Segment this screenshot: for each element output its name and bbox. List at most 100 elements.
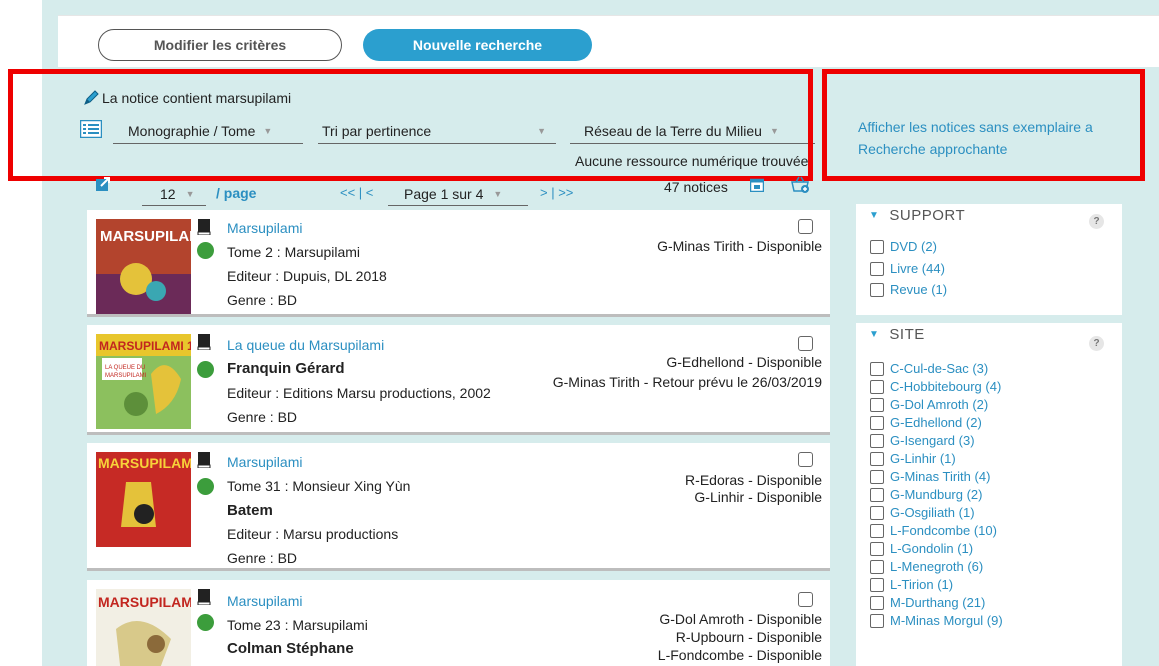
result-title[interactable]: Marsupilami bbox=[227, 220, 302, 236]
facet-option[interactable]: G-Minas Tirith (4) bbox=[870, 469, 990, 484]
result-item[interactable]: MARSUPILAMI Marsupilami Tome 31 : Monsie… bbox=[87, 443, 830, 571]
highlight-box-criteria bbox=[8, 69, 813, 181]
new-search-button[interactable]: Nouvelle recherche bbox=[363, 29, 592, 61]
checkbox[interactable] bbox=[870, 523, 884, 538]
select-checkbox[interactable] bbox=[798, 219, 813, 234]
facet-option-label[interactable]: G-Osgiliath (1) bbox=[890, 505, 975, 520]
checkbox[interactable] bbox=[870, 595, 884, 610]
page-select[interactable]: Page 1 sur 4 ▼ bbox=[388, 182, 528, 206]
book-icon bbox=[197, 219, 211, 235]
facet-option-label[interactable]: Livre (44) bbox=[890, 261, 945, 276]
facet-option-label[interactable]: G-Dol Amroth (2) bbox=[890, 397, 988, 412]
facet-option-label[interactable]: M-Minas Morgul (9) bbox=[890, 613, 1003, 628]
facet-option-label[interactable]: G-Linhir (1) bbox=[890, 451, 956, 466]
availability-dot bbox=[197, 242, 214, 259]
facet-option[interactable]: Revue (1) bbox=[870, 282, 947, 297]
svg-text:MARSUPILAMI 1: MARSUPILAMI 1 bbox=[99, 339, 191, 353]
result-title[interactable]: Marsupilami bbox=[227, 454, 302, 470]
facet-option-label[interactable]: Revue (1) bbox=[890, 282, 947, 297]
caret-down-icon: ▼ bbox=[869, 329, 880, 340]
facet-option-label[interactable]: L-Tirion (1) bbox=[890, 577, 953, 592]
page-value: Page 1 sur 4 bbox=[404, 185, 484, 202]
availability-dot bbox=[197, 478, 214, 495]
checkbox[interactable] bbox=[870, 613, 884, 628]
checkbox[interactable] bbox=[870, 451, 884, 466]
facet-option-label[interactable]: C-Cul-de-Sac (3) bbox=[890, 361, 988, 376]
facet-option[interactable]: G-Dol Amroth (2) bbox=[870, 397, 988, 412]
caret-down-icon: ▼ bbox=[869, 210, 880, 221]
cover-image[interactable]: MARSUPILAMI bbox=[96, 589, 191, 666]
book-icon bbox=[197, 452, 211, 468]
per-page-value: 12 bbox=[160, 185, 176, 202]
facet-option[interactable]: C-Cul-de-Sac (3) bbox=[870, 361, 988, 376]
facet-option-label[interactable]: L-Gondolin (1) bbox=[890, 541, 973, 556]
result-author[interactable]: Colman Stéphane bbox=[227, 640, 354, 657]
cover-image[interactable]: MARSUPILAMI 1 LA QUEUE DU MARSUPILAMI bbox=[96, 334, 191, 429]
facet-option-label[interactable]: L-Menegroth (6) bbox=[890, 559, 983, 574]
modify-criteria-button[interactable]: Modifier les critères bbox=[98, 29, 342, 61]
checkbox[interactable] bbox=[870, 379, 884, 394]
result-author[interactable]: Batem bbox=[227, 502, 273, 519]
checkbox[interactable] bbox=[870, 469, 884, 484]
checkbox[interactable] bbox=[870, 577, 884, 592]
select-checkbox[interactable] bbox=[798, 452, 813, 467]
select-checkbox[interactable] bbox=[798, 592, 813, 607]
select-checkbox[interactable] bbox=[798, 336, 813, 351]
facet-option-label[interactable]: G-Edhellond (2) bbox=[890, 415, 982, 430]
facet-option-label[interactable]: DVD (2) bbox=[890, 239, 937, 254]
facet-option[interactable]: C-Hobbitebourg (4) bbox=[870, 379, 1001, 394]
availability-line: G-Minas Tirith - Disponible bbox=[657, 238, 822, 254]
facet-option[interactable]: M-Minas Morgul (9) bbox=[870, 613, 1003, 628]
facet-option[interactable]: G-Isengard (3) bbox=[870, 433, 975, 448]
first-prev-page-nav[interactable]: << | < bbox=[340, 185, 373, 200]
external-link-icon[interactable] bbox=[95, 176, 111, 192]
help-icon[interactable]: ? bbox=[1089, 336, 1104, 351]
facet-site-header[interactable]: ▼ SITE bbox=[869, 326, 925, 343]
facet-option[interactable]: G-Edhellond (2) bbox=[870, 415, 982, 430]
facet-option-label[interactable]: C-Hobbitebourg (4) bbox=[890, 379, 1001, 394]
checkbox[interactable] bbox=[870, 239, 884, 254]
checkbox[interactable] bbox=[870, 541, 884, 556]
checkbox[interactable] bbox=[870, 397, 884, 412]
checkbox[interactable] bbox=[870, 433, 884, 448]
checkbox[interactable] bbox=[870, 361, 884, 376]
result-item[interactable]: MARSUPILAMI Marsupilami Tome 23 : Marsup… bbox=[87, 580, 830, 666]
cover-image[interactable]: MARSUPILAMI bbox=[96, 452, 191, 547]
cover-image[interactable]: MARSUPILAMI bbox=[96, 219, 191, 314]
result-title[interactable]: La queue du Marsupilami bbox=[227, 337, 384, 353]
result-genre: Genre : BD bbox=[227, 292, 298, 308]
facet-option[interactable]: L-Gondolin (1) bbox=[870, 541, 973, 556]
calendar-icon[interactable] bbox=[750, 178, 764, 192]
checkbox[interactable] bbox=[870, 261, 884, 276]
per-page-select[interactable]: 12 ▼ bbox=[142, 182, 206, 206]
result-author[interactable]: Franquin Gérard bbox=[227, 360, 345, 377]
checkbox[interactable] bbox=[870, 487, 884, 502]
result-item[interactable]: MARSUPILAMI Marsupilami Tome 2 : Marsupi… bbox=[87, 210, 830, 317]
facet-option-label[interactable]: G-Mundburg (2) bbox=[890, 487, 982, 502]
result-title[interactable]: Marsupilami bbox=[227, 593, 302, 609]
facet-option[interactable]: L-Menegroth (6) bbox=[870, 559, 983, 574]
checkbox[interactable] bbox=[870, 559, 884, 574]
facet-option-label[interactable]: M-Durthang (21) bbox=[890, 595, 985, 610]
help-icon[interactable]: ? bbox=[1089, 214, 1104, 229]
next-last-page-nav[interactable]: > | >> bbox=[540, 185, 573, 200]
facet-option[interactable]: L-Tirion (1) bbox=[870, 577, 953, 592]
result-item[interactable]: MARSUPILAMI 1 LA QUEUE DU MARSUPILAMI La… bbox=[87, 325, 830, 435]
book-icon bbox=[197, 589, 211, 605]
facet-option-label[interactable]: L-Fondcombe (10) bbox=[890, 523, 997, 538]
checkbox[interactable] bbox=[870, 415, 884, 430]
facet-option[interactable]: Livre (44) bbox=[870, 261, 945, 276]
checkbox[interactable] bbox=[870, 505, 884, 520]
facet-option-label[interactable]: G-Minas Tirith (4) bbox=[890, 469, 990, 484]
basket-add-icon[interactable] bbox=[790, 176, 812, 194]
facet-option[interactable]: DVD (2) bbox=[870, 239, 937, 254]
facet-option[interactable]: G-Mundburg (2) bbox=[870, 487, 982, 502]
facet-support-header[interactable]: ▼ SUPPORT bbox=[869, 207, 965, 224]
facet-option[interactable]: M-Durthang (21) bbox=[870, 595, 985, 610]
facet-option[interactable]: L-Fondcombe (10) bbox=[870, 523, 997, 538]
availability-dot bbox=[197, 614, 214, 631]
facet-option[interactable]: G-Osgiliath (1) bbox=[870, 505, 975, 520]
checkbox[interactable] bbox=[870, 282, 884, 297]
facet-option-label[interactable]: G-Isengard (3) bbox=[890, 433, 975, 448]
facet-option[interactable]: G-Linhir (1) bbox=[870, 451, 956, 466]
